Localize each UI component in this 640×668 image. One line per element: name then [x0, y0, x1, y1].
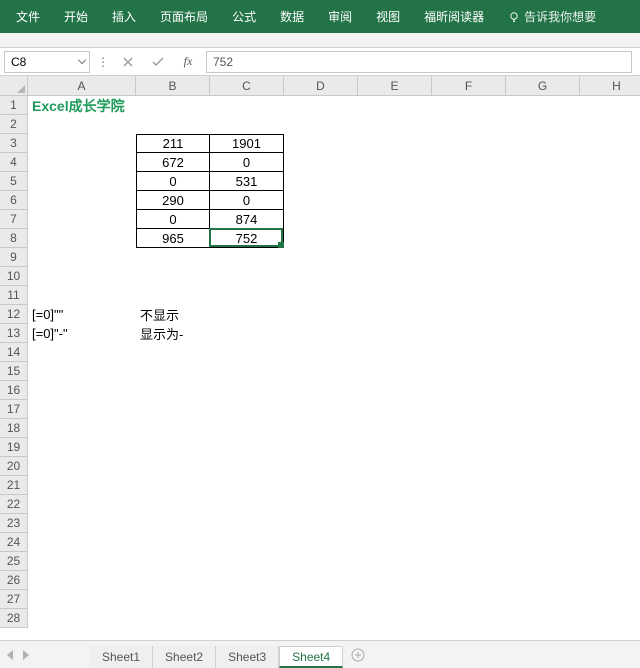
row-header-15[interactable]: 15	[0, 362, 28, 381]
row-header-5[interactable]: 5	[0, 172, 28, 191]
name-box[interactable]: C8	[4, 51, 90, 73]
column-header-A[interactable]: A	[28, 76, 136, 96]
insert-function-button[interactable]: fx	[176, 51, 200, 73]
cell-B7[interactable]: 0	[136, 210, 210, 229]
sheet-tab-Sheet1[interactable]: Sheet1	[90, 646, 153, 668]
row-header-1[interactable]: 1	[0, 96, 28, 115]
worksheet-area: ABCDEFGH 1234567891011121314151617181920…	[0, 76, 640, 636]
select-all-corner[interactable]	[0, 76, 28, 96]
row-header-26[interactable]: 26	[0, 571, 28, 590]
triangle-left-icon[interactable]	[6, 650, 14, 660]
cell-B8[interactable]: 965	[136, 229, 210, 248]
ribbon-tab-插入[interactable]: 插入	[100, 0, 148, 33]
row-header-22[interactable]: 22	[0, 495, 28, 514]
row-header-14[interactable]: 14	[0, 343, 28, 362]
ribbon-tab-福昕阅读器[interactable]: 福昕阅读器	[412, 0, 496, 33]
row-header-8[interactable]: 8	[0, 229, 28, 248]
cell-B12[interactable]: 不显示	[136, 305, 210, 324]
ribbon-tab-公式[interactable]: 公式	[220, 0, 268, 33]
row-header-17[interactable]: 17	[0, 400, 28, 419]
sheet-tab-Sheet3[interactable]: Sheet3	[216, 646, 279, 668]
cell-C8[interactable]: 752	[210, 229, 284, 248]
cell-C4[interactable]: 0	[210, 153, 284, 172]
row-header-7[interactable]: 7	[0, 210, 28, 229]
row-header-10[interactable]: 10	[0, 267, 28, 286]
cell-A13[interactable]: [=0]"-"	[28, 324, 136, 343]
ribbon-underbar	[0, 33, 640, 48]
sheet-nav-arrows[interactable]	[6, 641, 30, 668]
cell-C5[interactable]: 531	[210, 172, 284, 191]
expand-dots-icon[interactable]: ⋮	[96, 55, 110, 69]
chevron-down-icon[interactable]	[78, 59, 86, 64]
column-header-F[interactable]: F	[432, 76, 506, 96]
row-header-18[interactable]: 18	[0, 419, 28, 438]
row-header-23[interactable]: 23	[0, 514, 28, 533]
name-box-value: C8	[11, 55, 26, 69]
ribbon-tab-页面布局[interactable]: 页面布局	[148, 0, 220, 33]
column-header-D[interactable]: D	[284, 76, 358, 96]
row-header-12[interactable]: 12	[0, 305, 28, 324]
row-header-27[interactable]: 27	[0, 590, 28, 609]
row-header-3[interactable]: 3	[0, 134, 28, 153]
cell-C3[interactable]: 1901	[210, 134, 284, 153]
column-header-G[interactable]: G	[506, 76, 580, 96]
cell-B3[interactable]: 211	[136, 134, 210, 153]
cell-A12[interactable]: [=0]""	[28, 305, 136, 324]
ribbon-tab-视图[interactable]: 视图	[364, 0, 412, 33]
formula-input[interactable]: 752	[206, 51, 632, 73]
cell-C7[interactable]: 874	[210, 210, 284, 229]
column-header-C[interactable]: C	[210, 76, 284, 96]
column-headers: ABCDEFGH	[28, 76, 640, 96]
confirm-formula-button[interactable]	[146, 51, 170, 73]
lightbulb-icon	[508, 11, 520, 23]
sheet-tab-bar: Sheet1Sheet2Sheet3Sheet4	[0, 640, 640, 668]
row-header-9[interactable]: 9	[0, 248, 28, 267]
cell-B6[interactable]: 290	[136, 191, 210, 210]
formula-value: 752	[213, 55, 233, 69]
row-header-2[interactable]: 2	[0, 115, 28, 134]
ribbon-tab-开始[interactable]: 开始	[52, 0, 100, 33]
cell-B13[interactable]: 显示为-	[136, 324, 210, 343]
row-header-25[interactable]: 25	[0, 552, 28, 571]
row-header-16[interactable]: 16	[0, 381, 28, 400]
row-header-28[interactable]: 28	[0, 609, 28, 628]
ribbon-tab-数据[interactable]: 数据	[268, 0, 316, 33]
formula-bar: C8 ⋮ fx 752	[0, 48, 640, 76]
ribbon: 文件开始插入页面布局公式数据审阅视图福昕阅读器告诉我你想要	[0, 0, 640, 33]
tell-me[interactable]: 告诉我你想要	[496, 8, 596, 25]
ribbon-tab-文件[interactable]: 文件	[4, 0, 52, 33]
add-sheet-button[interactable]	[343, 648, 373, 662]
row-header-13[interactable]: 13	[0, 324, 28, 343]
cell-B5[interactable]: 0	[136, 172, 210, 191]
row-header-4[interactable]: 4	[0, 153, 28, 172]
cancel-formula-button[interactable]	[116, 51, 140, 73]
ribbon-tab-审阅[interactable]: 审阅	[316, 0, 364, 33]
row-headers: 1234567891011121314151617181920212223242…	[0, 96, 28, 628]
row-header-20[interactable]: 20	[0, 457, 28, 476]
row-header-21[interactable]: 21	[0, 476, 28, 495]
sheet-tab-Sheet4[interactable]: Sheet4	[279, 646, 343, 668]
row-header-19[interactable]: 19	[0, 438, 28, 457]
row-header-6[interactable]: 6	[0, 191, 28, 210]
column-header-E[interactable]: E	[358, 76, 432, 96]
cell-A1[interactable]: Excel成长学院	[28, 96, 136, 115]
cell-B4[interactable]: 672	[136, 153, 210, 172]
row-header-24[interactable]: 24	[0, 533, 28, 552]
row-header-11[interactable]: 11	[0, 286, 28, 305]
sheet-tab-Sheet2[interactable]: Sheet2	[153, 646, 216, 668]
column-header-H[interactable]: H	[580, 76, 640, 96]
triangle-right-icon[interactable]	[22, 650, 30, 660]
cell-C6[interactable]: 0	[210, 191, 284, 210]
column-header-B[interactable]: B	[136, 76, 210, 96]
